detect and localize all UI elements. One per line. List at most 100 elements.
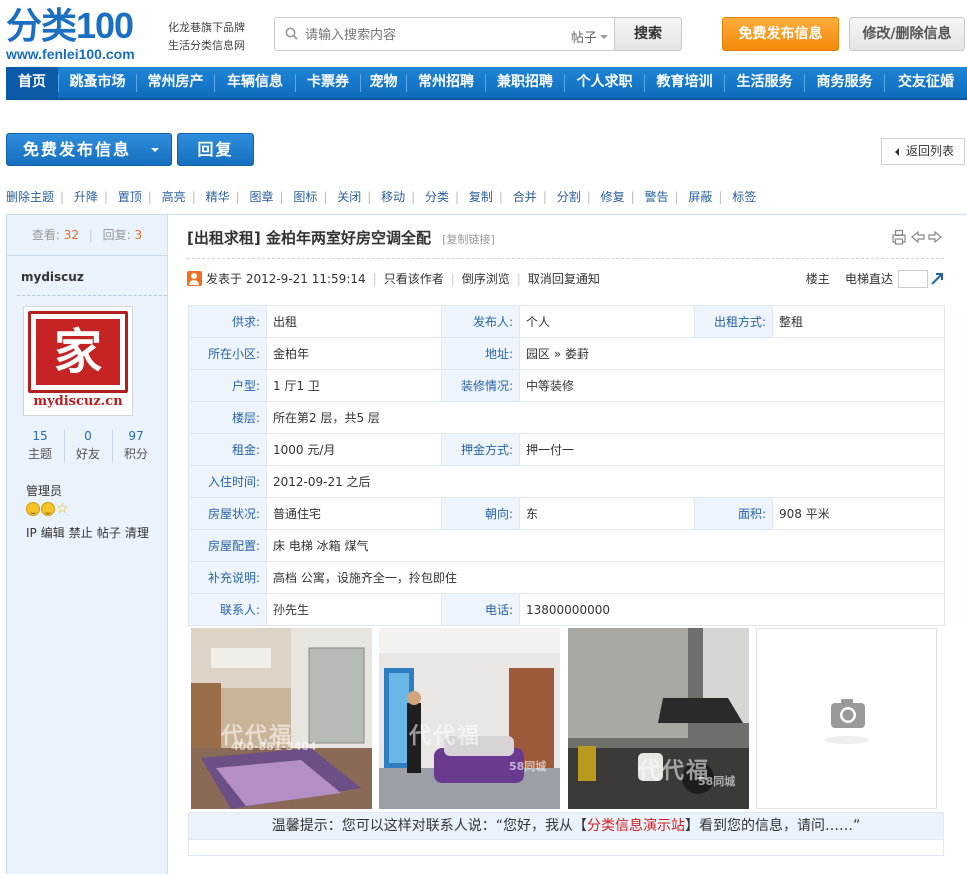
nav-item-home[interactable]: 首页: [6, 67, 58, 98]
search-input[interactable]: [305, 24, 555, 46]
reply-button[interactable]: 回复: [177, 133, 254, 166]
jump-label: 电梯直达: [844, 272, 893, 286]
label-facilities: 房屋配置:: [188, 529, 267, 562]
nav-item-dating[interactable]: 交友征婚: [885, 67, 967, 98]
label-move-in: 入住时间:: [188, 465, 267, 498]
table-row: 补充说明: 高档 公寓，设施齐全一，拎包即住: [188, 561, 945, 594]
avatar-stamp: 家: [36, 319, 120, 385]
label-publisher: 发布人:: [441, 305, 520, 338]
mod-icon[interactable]: 图标: [293, 188, 317, 206]
label-area: 面积:: [694, 497, 773, 530]
post-time: 发表于 2012-9-21 11:59:14: [206, 272, 366, 286]
nav-item-education[interactable]: 教育培训: [645, 67, 724, 98]
stat-friends[interactable]: 0 好友: [65, 427, 111, 463]
avatar[interactable]: 家 mydiscuz.cn: [23, 306, 133, 416]
stat-value: 15: [32, 429, 48, 443]
author-role[interactable]: 管理员: [26, 482, 62, 499]
replies-count: 3: [134, 228, 143, 242]
copy-link[interactable]: [复制链接]: [442, 233, 495, 246]
mod-ban[interactable]: 屏蔽: [688, 188, 712, 206]
nav-item-job-seeking[interactable]: 个人求职: [565, 67, 644, 98]
avatar-stamp-frame: 家: [28, 311, 128, 393]
photo-living-room[interactable]: 代代福 58同城: [379, 628, 560, 809]
next-thread-icon[interactable]: [928, 230, 942, 244]
nav-item-pets[interactable]: 宠物: [361, 67, 406, 98]
admin-link-ban[interactable]: 禁止: [69, 526, 93, 540]
mod-close[interactable]: 关闭: [337, 188, 361, 206]
nav-item-flea-market[interactable]: 跳蚤市场: [59, 67, 136, 98]
reverse-view-link[interactable]: 倒序浏览: [462, 272, 510, 286]
photo-bedroom[interactable]: 代代福 400-881-3404: [191, 628, 372, 809]
post-category[interactable]: [出租求租]: [187, 229, 261, 247]
site-logo[interactable]: 分类100 www.fenlei100.com: [6, 8, 158, 63]
table-row: 所在小区: 金柏年 地址: 园区 » 娄葑: [188, 337, 945, 370]
mod-repair[interactable]: 修复: [601, 188, 625, 206]
value-floor: 所在第2 层，共5 层: [266, 401, 945, 434]
moderation-toolbar: 删除主题 | 升降 | 置顶 | 高亮 | 精华 | 图章 | 图标 | 关闭 | 移动 | 分类…: [6, 188, 757, 206]
admin-link-clean[interactable]: 清理: [125, 526, 149, 540]
nav-item-part-time[interactable]: 兼职招聘: [486, 67, 564, 98]
floor-jump-input[interactable]: [898, 270, 928, 288]
value-decor: 中等装修: [519, 369, 945, 402]
mod-bump[interactable]: 升降: [74, 188, 98, 206]
mod-stamp[interactable]: 图章: [249, 188, 273, 206]
photo-placeholder[interactable]: [756, 628, 937, 809]
slogan-line-2: 生活分类信息网: [168, 39, 245, 52]
mod-warn[interactable]: 警告: [644, 188, 668, 206]
post-content: [出租求租] 金柏年两室好房空调全配 [复制链接] 发表于 2012-9-21 …: [168, 214, 967, 874]
only-author-link[interactable]: 只看该作者: [384, 272, 444, 286]
previous-thread-icon[interactable]: [911, 230, 925, 244]
stat-label: 积分: [123, 447, 148, 461]
stat-threads[interactable]: 15 主题: [17, 427, 63, 463]
search-button[interactable]: 搜索: [614, 17, 682, 51]
post-title-text: 金柏年两室好房空调全配: [265, 229, 431, 247]
print-icon[interactable]: [892, 229, 906, 245]
stat-credits[interactable]: 97 积分: [113, 427, 159, 463]
table-row: 房屋状况: 普通住宅 朝向: 东 面积: 908 平米: [188, 497, 945, 530]
nav-item-business-services[interactable]: 商务服务: [805, 67, 884, 98]
mod-delete-thread[interactable]: 删除主题: [6, 188, 54, 206]
label-facing: 朝向:: [441, 497, 520, 530]
admin-link-posts[interactable]: 帖子: [97, 526, 121, 540]
nav-item-real-estate[interactable]: 常州房产: [137, 67, 214, 98]
table-row: 租金: 1000 元/月 押金方式: 押一付一: [188, 433, 945, 466]
label-floor: 楼层:: [188, 401, 267, 434]
go-arrow-icon[interactable]: [930, 272, 944, 286]
stat-value: 97: [128, 429, 144, 443]
nav-item-tickets[interactable]: 卡票券: [296, 67, 360, 98]
chevron-down-icon: [151, 148, 159, 156]
slogan-line-1: 化龙巷旗下品牌: [168, 21, 245, 34]
post-title: [出租求租] 金柏年两室好房空调全配 [复制链接]: [187, 227, 495, 248]
nav-item-life-services[interactable]: 生活服务: [725, 67, 804, 98]
value-supply: 出租: [266, 305, 442, 338]
divider: [187, 258, 944, 259]
publish-free-button[interactable]: 免费发布信息: [722, 17, 839, 51]
tip-suffix: 】看到您的信息，请问……”: [685, 818, 861, 834]
mod-digest[interactable]: 精华: [206, 188, 230, 206]
label-rent-mode: 出租方式:: [694, 305, 773, 338]
mod-copy[interactable]: 复制: [469, 188, 493, 206]
mod-highlight[interactable]: 高亮: [162, 188, 186, 206]
contact-tip: 温馨提示：您可以这样对联系人说：“您好，我从【分类信息演示站】看到您的信息，请问…: [188, 812, 944, 840]
mod-split[interactable]: 分割: [557, 188, 581, 206]
mod-merge[interactable]: 合并: [513, 188, 537, 206]
author-admin-links: IP 编辑 禁止 帖子 清理: [26, 524, 153, 541]
photo-kitchen[interactable]: 代代福 58同城: [568, 628, 749, 809]
nav-item-vehicles[interactable]: 车辆信息: [215, 67, 295, 98]
floor-tools: 楼主 电梯直达: [806, 270, 944, 288]
nav-item-jobs[interactable]: 常州招聘: [407, 67, 485, 98]
publish-dropdown-button[interactable]: 免费发布信息: [6, 133, 172, 166]
table-row: 供求: 出租 发布人: 个人 出租方式: 整租: [188, 305, 945, 338]
tip-site-link[interactable]: 分类信息演示站: [587, 818, 685, 834]
edit-delete-button[interactable]: 修改/删除信息: [849, 17, 965, 51]
search-type-select[interactable]: 帖子: [571, 27, 609, 46]
admin-link-ip[interactable]: IP: [26, 526, 37, 540]
mod-stick[interactable]: 置顶: [118, 188, 142, 206]
back-to-list-button[interactable]: 返回列表: [881, 138, 965, 165]
author-name[interactable]: mydiscuz: [21, 270, 84, 284]
cancel-notify-link[interactable]: 取消回复通知: [528, 272, 600, 286]
mod-move[interactable]: 移动: [381, 188, 405, 206]
mod-classify[interactable]: 分类: [425, 188, 449, 206]
admin-link-edit[interactable]: 编辑: [41, 526, 65, 540]
mod-tag[interactable]: 标签: [732, 188, 756, 206]
